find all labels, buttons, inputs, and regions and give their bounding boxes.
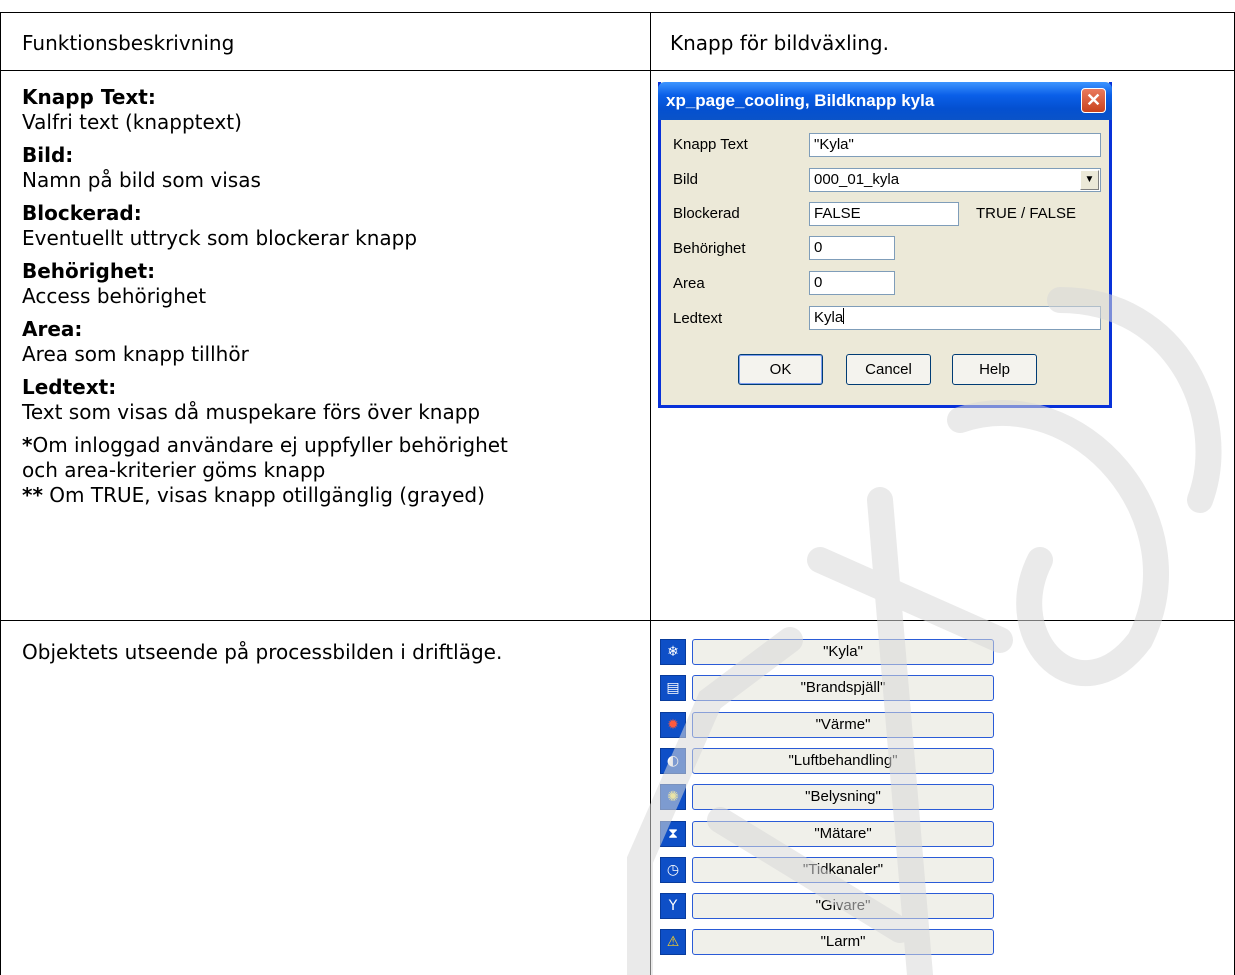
knapp-text-label: Knapp Text <box>673 136 748 153</box>
field-desc-knapp-text: Knapp Text: Valfri text (knapptext) <box>22 85 642 135</box>
properties-dialog: xp_page_cooling, Bildknapp kyla ✕ Knapp … <box>658 82 1112 408</box>
note-text-line2: och area-kriterier göms knapp <box>22 458 326 482</box>
field-desc-blockerad: Blockerad: Eventuellt uttryck som blocke… <box>22 201 642 251</box>
bild-label: Bild <box>673 171 699 188</box>
bild-select-value: 000_01_kyla <box>814 171 900 188</box>
process-button-row: ⚠ "Larm" <box>660 929 995 957</box>
snowflake-icon: ❄ <box>660 639 686 665</box>
note-mark: ** <box>22 483 43 507</box>
help-button[interactable]: Help <box>952 354 1037 385</box>
field-desc: Eventuellt uttryck som blockerar knapp <box>22 226 418 250</box>
field-name: Knapp Text: <box>22 85 156 109</box>
table-column-divider <box>650 12 651 975</box>
field-descriptions: Knapp Text: Valfri text (knapptext) Bild… <box>22 85 642 508</box>
blockerad-hint: TRUE / FALSE <box>976 205 1077 222</box>
process-button-row: ✹ "Värme" <box>660 712 995 740</box>
process-button-row: Y "Givare" <box>660 893 995 921</box>
ok-button[interactable]: OK <box>738 354 823 385</box>
runtime-appearance-label: Objektets utseende på processbilden i dr… <box>22 640 503 664</box>
air-handling-icon: ◐ <box>660 748 686 774</box>
field-name: Behörighet: <box>22 259 156 283</box>
knapp-text-input[interactable]: "Kyla" <box>809 133 1101 157</box>
meter-icon: ⧗ <box>660 821 686 847</box>
process-button[interactable]: "Luftbehandling" <box>692 748 994 774</box>
process-button-row: ◷ "Tidkanaler" <box>660 857 995 885</box>
process-button[interactable]: "Värme" <box>692 712 994 738</box>
field-desc-bild: Bild: Namn på bild som visas <box>22 143 642 193</box>
field-desc-area: Area: Area som knapp tillhör <box>22 317 642 367</box>
close-icon[interactable]: ✕ <box>1081 88 1106 113</box>
note-text: Om inloggad användare ej uppfyller behör… <box>32 433 508 457</box>
behorighet-input[interactable]: 0 <box>809 236 895 260</box>
ledtext-label: Ledtext <box>673 310 723 327</box>
dialog-title-bar: xp_page_cooling, Bildknapp kyla ✕ <box>658 82 1112 120</box>
field-name: Blockerad: <box>22 201 142 225</box>
chevron-down-icon[interactable]: ▼ <box>1080 170 1099 190</box>
table-row-divider-2 <box>0 620 1235 621</box>
process-button[interactable]: "Givare" <box>692 893 994 919</box>
ledtext-input[interactable]: Kyla <box>809 306 1101 330</box>
warning-icon: ⚠ <box>660 929 686 955</box>
field-desc: Area som knapp tillhör <box>22 342 249 366</box>
area-label: Area <box>673 275 705 292</box>
process-button-row: ◐ "Luftbehandling" <box>660 748 995 776</box>
table-border-left <box>0 12 1 975</box>
table-row-divider-1 <box>0 70 1235 71</box>
field-desc-ledtext: Ledtext: Text som visas då muspekare för… <box>22 375 642 425</box>
sensor-icon: Y <box>660 893 686 919</box>
process-button[interactable]: "Belysning" <box>692 784 994 810</box>
function-description-value: Knapp för bildväxling. <box>670 31 889 55</box>
process-button-row: ▤ "Brandspjäll" <box>660 675 995 703</box>
process-button[interactable]: "Larm" <box>692 929 994 955</box>
process-button-row: ❄ "Kyla" <box>660 639 995 667</box>
fire-damper-icon: ▤ <box>660 675 686 701</box>
field-name: Area: <box>22 317 83 341</box>
note-visibility: *Om inloggad användare ej uppfyller behö… <box>22 433 642 508</box>
text-caret <box>843 308 845 324</box>
function-description-label: Funktionsbeskrivning <box>22 31 235 55</box>
blockerad-input[interactable]: FALSE <box>809 202 959 226</box>
blockerad-label: Blockerad <box>673 205 740 222</box>
process-button-row: ⧗ "Mätare" <box>660 821 995 849</box>
clock-icon: ◷ <box>660 857 686 883</box>
table-border-top <box>0 12 1235 13</box>
process-button[interactable]: "Kyla" <box>692 639 994 665</box>
process-button[interactable]: "Brandspjäll" <box>692 675 994 701</box>
heat-icon: ✹ <box>660 712 686 738</box>
note-mark: * <box>22 433 33 457</box>
cancel-button[interactable]: Cancel <box>846 354 931 385</box>
field-desc: Access behörighet <box>22 284 207 308</box>
field-desc-behorighet: Behörighet: Access behörighet <box>22 259 642 309</box>
field-desc: Namn på bild som visas <box>22 168 261 192</box>
note-text: Om TRUE, visas knapp otillgänglig (graye… <box>42 483 485 507</box>
area-input[interactable]: 0 <box>809 271 895 295</box>
ledtext-value: Kyla <box>814 309 844 326</box>
process-button[interactable]: "Mätare" <box>692 821 994 847</box>
field-name: Ledtext: <box>22 375 117 399</box>
behorighet-label: Behörighet <box>673 240 746 257</box>
dialog-title: xp_page_cooling, Bildknapp kyla <box>666 91 935 110</box>
process-button[interactable]: "Tidkanaler" <box>692 857 994 883</box>
field-desc: Text som visas då muspekare förs över kn… <box>22 400 481 424</box>
field-name: Bild: <box>22 143 74 167</box>
lightbulb-icon: ✺ <box>660 784 686 810</box>
process-button-row: ✺ "Belysning" <box>660 784 995 812</box>
field-desc: Valfri text (knapptext) <box>22 110 242 134</box>
bild-select[interactable]: 000_01_kyla ▼ <box>809 168 1101 192</box>
